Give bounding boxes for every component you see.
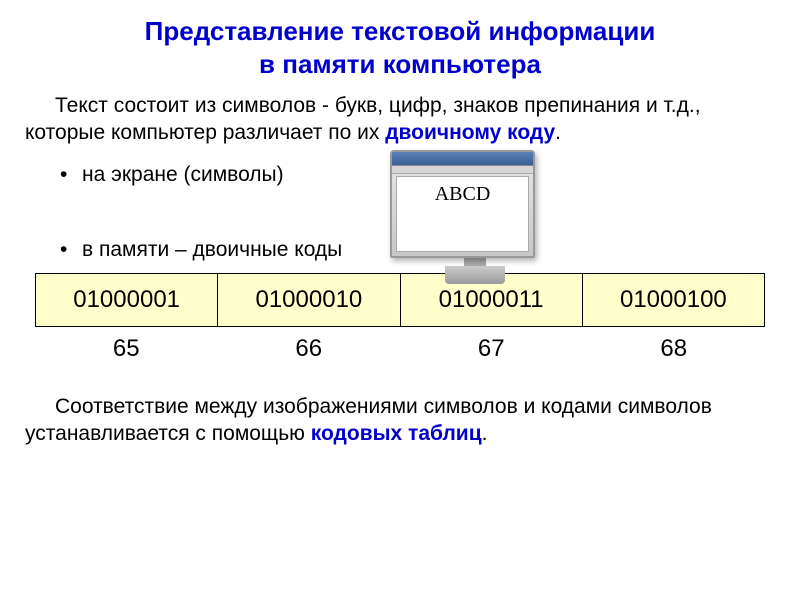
monitor-stand <box>464 258 486 266</box>
monitor-toolbar <box>392 166 533 174</box>
intro-part1: Текст состоит из символов - букв, цифр, … <box>25 94 701 144</box>
binary-cell-1: 01000010 <box>218 274 400 326</box>
binary-cell-0: 01000001 <box>36 274 218 326</box>
decimal-cell-3: 68 <box>583 331 766 367</box>
bullet2-text: в памяти – двоичные коды <box>82 238 342 261</box>
monitor-titlebar <box>392 152 533 166</box>
title-line2: в памяти компьютера <box>259 49 541 79</box>
intro-highlight: двоичному коду <box>385 121 555 144</box>
title-line1: Представление текстовой информации <box>145 16 656 46</box>
monitor-illustration: ABCD <box>390 150 560 290</box>
outro-part2: . <box>482 422 488 445</box>
monitor-base <box>445 266 505 284</box>
decimal-cell-0: 65 <box>35 331 218 367</box>
intro-part2: . <box>555 121 561 144</box>
decimal-row: 65 66 67 68 <box>35 331 765 367</box>
decimal-cell-2: 67 <box>400 331 583 367</box>
bullet1-text: на экране (символы) <box>82 163 284 186</box>
outro-highlight: кодовых таблиц <box>311 422 482 445</box>
binary-cell-3: 01000100 <box>583 274 764 326</box>
slide-title: Представление текстовой информации в пам… <box>25 15 775 80</box>
monitor-frame: ABCD <box>390 150 535 258</box>
monitor-text: ABCD <box>397 177 528 206</box>
outro-text: Соответствие между изображениями символо… <box>25 393 775 448</box>
intro-text: Текст состоит из символов - букв, цифр, … <box>25 92 775 147</box>
decimal-cell-1: 66 <box>218 331 401 367</box>
monitor-screen: ABCD <box>396 176 529 252</box>
